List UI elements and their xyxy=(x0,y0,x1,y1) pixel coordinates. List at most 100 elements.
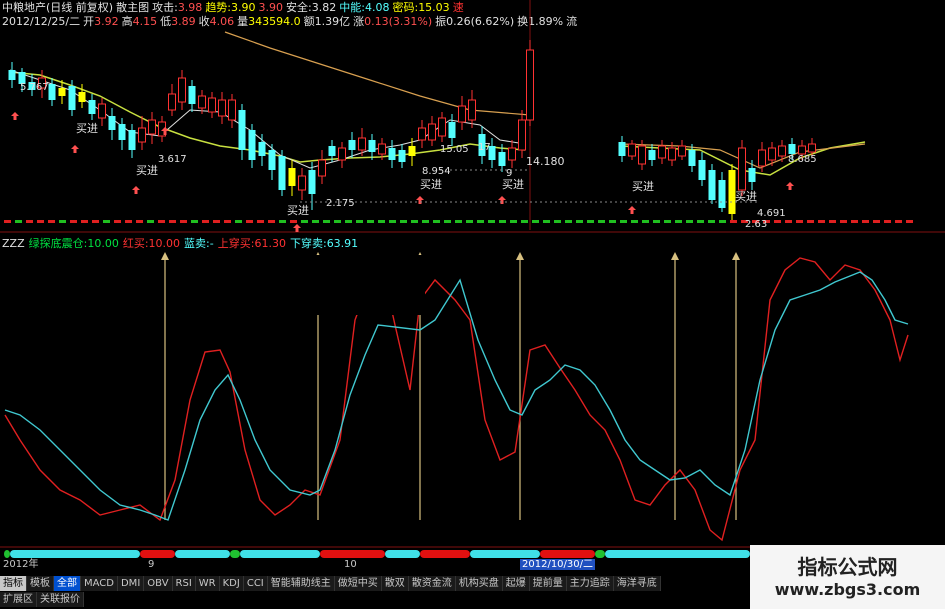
red-buy-value: 10.00 xyxy=(148,237,181,250)
signal-dash xyxy=(708,220,715,223)
candle-body-down xyxy=(188,86,196,104)
signal-dash xyxy=(323,220,330,223)
tab-8[interactable]: KDJ xyxy=(219,576,244,591)
signal-dash xyxy=(15,220,22,223)
candle-body-down xyxy=(708,170,716,200)
candle-body-yellow xyxy=(78,92,86,102)
strip-segment xyxy=(320,550,385,558)
signal-dash xyxy=(92,220,99,223)
price-label-7: 8.685 xyxy=(788,154,817,165)
price-label-1: 5.767 xyxy=(20,82,49,93)
candle-body-down xyxy=(8,70,16,80)
signal-dash xyxy=(81,220,88,223)
price-label-11: 17 xyxy=(478,142,491,153)
green-shake-label: 绿探底震仓: xyxy=(28,237,88,250)
candle-body-up xyxy=(668,147,676,161)
cross-down-label: 下穿卖: xyxy=(289,237,327,250)
signal-dash xyxy=(290,220,297,223)
signal-dash xyxy=(488,220,495,223)
signal-dash xyxy=(334,220,341,223)
signal-dash xyxy=(147,220,154,223)
tab-10[interactable]: 智能辅助线主 xyxy=(267,576,335,591)
cross-down-value: 63.91 xyxy=(326,237,359,250)
candle-body-up xyxy=(138,127,146,143)
signal-dash xyxy=(48,220,55,223)
signal-dash xyxy=(169,220,176,223)
signal-dash xyxy=(444,220,451,223)
signal-dash xyxy=(345,220,352,223)
oscillator-red-line xyxy=(4,257,909,542)
signal-dash xyxy=(235,220,242,223)
date-selected[interactable]: 2012/10/30/二 xyxy=(520,559,596,570)
tab-2[interactable]: 全部 xyxy=(54,576,81,591)
signal-dash xyxy=(862,220,869,223)
tab-7[interactable]: WR xyxy=(195,576,220,591)
candle-body-up xyxy=(518,119,526,151)
strip-segment xyxy=(605,550,750,558)
ext-tab-0[interactable]: 扩展区 xyxy=(0,592,37,607)
candle-body-down xyxy=(498,152,506,166)
tab-13[interactable]: 散资金流 xyxy=(408,576,456,591)
candle-body-yellow xyxy=(58,88,66,96)
signal-dash xyxy=(202,220,209,223)
oscillator-cyan-line xyxy=(4,271,909,521)
tab-4[interactable]: DMI xyxy=(117,576,145,591)
tab-18[interactable]: 海洋寻底 xyxy=(613,576,661,591)
tab-6[interactable]: RSI xyxy=(172,576,196,591)
candlestick-series xyxy=(8,40,816,232)
candle-body-up xyxy=(178,77,186,103)
buy-arrow-head-icon xyxy=(732,252,740,260)
signal-dash xyxy=(455,220,462,223)
tab-14[interactable]: 机构买盘 xyxy=(455,576,503,591)
tab-16[interactable]: 提前量 xyxy=(529,576,567,591)
ext-tab-1[interactable]: 关联报价 xyxy=(37,592,84,607)
signal-dash xyxy=(422,220,429,223)
signal-dash xyxy=(686,220,693,223)
signal-dash xyxy=(840,220,847,223)
chart-canvas[interactable] xyxy=(0,0,945,609)
signal-dash xyxy=(510,220,517,223)
candle-body-down xyxy=(268,150,276,170)
buy-signal: 买进 xyxy=(136,164,158,177)
candle-body-down xyxy=(248,130,256,160)
tab-17[interactable]: 主力追踪 xyxy=(566,576,614,591)
signal-dash xyxy=(246,220,253,223)
tab-9[interactable]: CCI xyxy=(243,576,268,591)
signal-dash xyxy=(697,220,704,223)
signal-dash xyxy=(631,220,638,223)
date-month-9: 9 xyxy=(148,559,155,570)
tab-1[interactable]: 模板 xyxy=(27,576,54,591)
candle-body-up xyxy=(628,143,636,157)
tab-0[interactable]: 指标 xyxy=(0,576,27,591)
up-arrow-icon xyxy=(628,206,636,214)
candle-body-up xyxy=(458,105,466,123)
tab-15[interactable]: 起爆 xyxy=(502,576,530,591)
tab-12[interactable]: 散双 xyxy=(381,576,409,591)
candle-body-up xyxy=(508,147,516,161)
signal-dash xyxy=(576,220,583,223)
price-label-2: 3.617 xyxy=(158,154,187,165)
strip-segment xyxy=(240,550,320,558)
signal-dash xyxy=(532,220,539,223)
candle-body-up xyxy=(738,147,746,191)
tab-11[interactable]: 做短中买 xyxy=(334,576,382,591)
signal-dash-row xyxy=(4,220,913,223)
candle-body-up xyxy=(358,137,366,151)
buy-arrow-head-icon xyxy=(516,252,524,260)
candle-body-up xyxy=(428,123,436,141)
candle-body-down xyxy=(328,146,336,156)
candle-body-up xyxy=(768,147,776,161)
candle-body-down xyxy=(388,148,396,160)
up-arrow-icon xyxy=(293,224,301,232)
tab-5[interactable]: OBV xyxy=(144,576,173,591)
signal-dash xyxy=(433,220,440,223)
candle-body-up xyxy=(658,145,666,159)
signal-dash xyxy=(620,220,627,223)
candle-body-down xyxy=(308,170,316,194)
price-label-9: 2.63 xyxy=(745,219,768,230)
signal-dash xyxy=(180,220,187,223)
signal-dash xyxy=(37,220,44,223)
occluded-region xyxy=(285,255,425,315)
candle-body-down xyxy=(718,180,726,208)
tab-3[interactable]: MACD xyxy=(81,576,118,591)
